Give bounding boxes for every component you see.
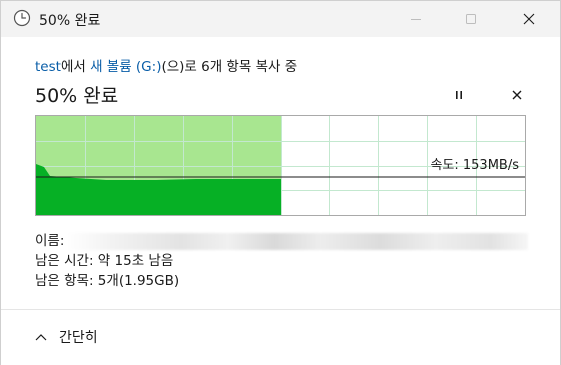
close-icon [523,13,535,25]
fewer-details-button[interactable]: 간단히 [35,327,98,347]
progress-heading: 50% 완료 [35,85,119,107]
cancel-icon [512,90,522,100]
title-bar: 50% 완료 [1,1,560,37]
copy-description: test에서 새 볼륨 (G:)(으)로 6개 항목 복사 중 [35,55,297,75]
maximize-button[interactable] [448,1,494,37]
transfer-speed-graph: 속도: 153MB/s [35,115,526,216]
items-remaining: 남은 항목: 5개(1.95GB) [35,273,180,289]
name-label: 이름: [35,233,65,249]
source-suffix: 에서 [60,59,91,75]
cancel-button[interactable] [505,84,529,106]
chevron-up-icon [35,334,47,341]
destination-suffix: (으)로 6개 항목 복사 중 [161,59,298,75]
name-row: 이름: [35,231,529,251]
minimize-button[interactable] [393,1,439,37]
minimize-icon [411,19,421,20]
speed-label: 속도: 153MB/s [430,158,519,173]
destination-drive-link[interactable]: 새 볼륨 (G:) [90,59,161,75]
source-folder-link[interactable]: test [35,59,61,75]
footer: 간단히 [1,310,560,365]
pause-button[interactable] [447,84,471,106]
window-title: 50% 완료 [39,13,101,29]
maximize-icon [466,14,476,24]
fewer-details-label: 간단히 [59,330,98,346]
copy-progress-window: 50% 완료 test에서 새 볼륨 (G:)(으)로 6개 항목 복사 중 5… [0,0,561,365]
close-button[interactable] [506,1,552,37]
clock-icon [13,9,31,27]
pause-icon [456,91,462,99]
transfer-details: 이름: 남은 시간: 약 15초 남음 남은 항목: 5개(1.95GB) [35,231,529,291]
time-remaining: 남은 시간: 약 15초 남음 [35,253,174,269]
file-name-redacted [66,232,529,250]
